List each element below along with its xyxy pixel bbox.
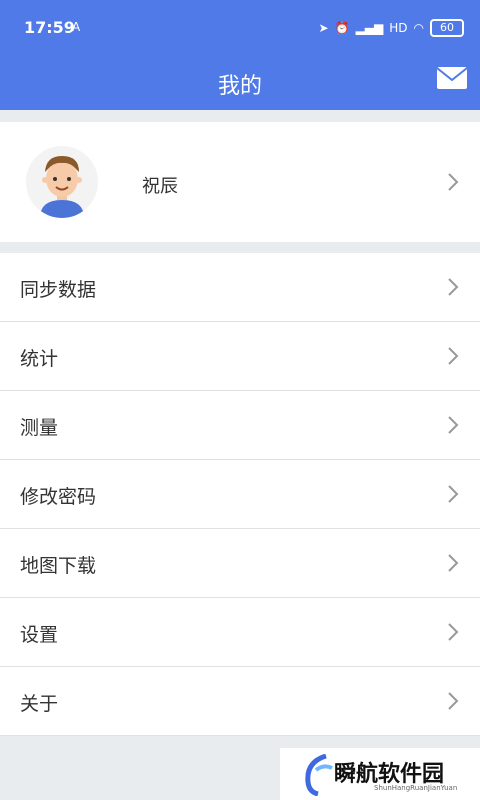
menu-item-about[interactable]: 关于 [0,667,480,736]
status-icons: ➤ ⏰ ▂▄▆ HD ◠ 60 [319,14,464,42]
user-avatar-icon [26,146,98,218]
menu-item-label: 修改密码 [20,486,97,508]
chevron-right-icon [448,173,459,191]
menu-item-change-password[interactable]: 修改密码 [0,460,480,529]
menu-list: 同步数据 统计 测量 修改密码 地图下载 设置 关于 [0,253,480,736]
menu-item-label: 地图下载 [20,555,97,577]
watermark-subtext: ShunHangRuanJianYuan [374,784,458,792]
location-icon: ➤ [318,21,329,35]
profile-card[interactable]: 祝辰 [0,122,480,242]
chevron-right-icon [448,416,459,434]
status-bar: 17:59 A ➤ ⏰ ▂▄▆ HD ◠ 60 [0,0,480,56]
chevron-right-icon [448,347,459,365]
mail-icon[interactable] [436,66,468,90]
avatar [26,146,98,218]
warning-icon: A [72,20,81,34]
user-name: 祝辰 [142,176,178,197]
network-type: HD [389,21,408,35]
menu-item-label: 测量 [20,417,59,439]
chevron-right-icon [448,485,459,503]
menu-item-measure[interactable]: 测量 [0,391,480,460]
watermark: 瞬航软件园 ShunHangRuanJianYuan [280,748,480,800]
menu-item-sync-data[interactable]: 同步数据 [0,253,480,322]
menu-item-label: 关于 [20,693,59,715]
battery-indicator: 60 [430,19,464,37]
app-bar: 我的 [0,56,480,110]
signal-icon: ▂▄▆ [355,21,384,35]
chevron-right-icon [448,623,459,641]
menu-item-label: 统计 [20,348,59,370]
alarm-icon: ⏰ [334,21,350,35]
chevron-right-icon [448,554,459,572]
wifi-icon: ◠ [413,21,424,35]
chevron-right-icon [448,692,459,710]
menu-item-label: 设置 [20,624,59,646]
menu-item-label: 同步数据 [20,279,97,301]
chevron-right-icon [448,278,459,296]
menu-item-settings[interactable]: 设置 [0,598,480,667]
menu-item-map-download[interactable]: 地图下载 [0,529,480,598]
page-title: 我的 [217,74,262,99]
status-time: 17:59 [24,18,75,37]
watermark-logo-icon [305,754,333,796]
menu-item-statistics[interactable]: 统计 [0,322,480,391]
